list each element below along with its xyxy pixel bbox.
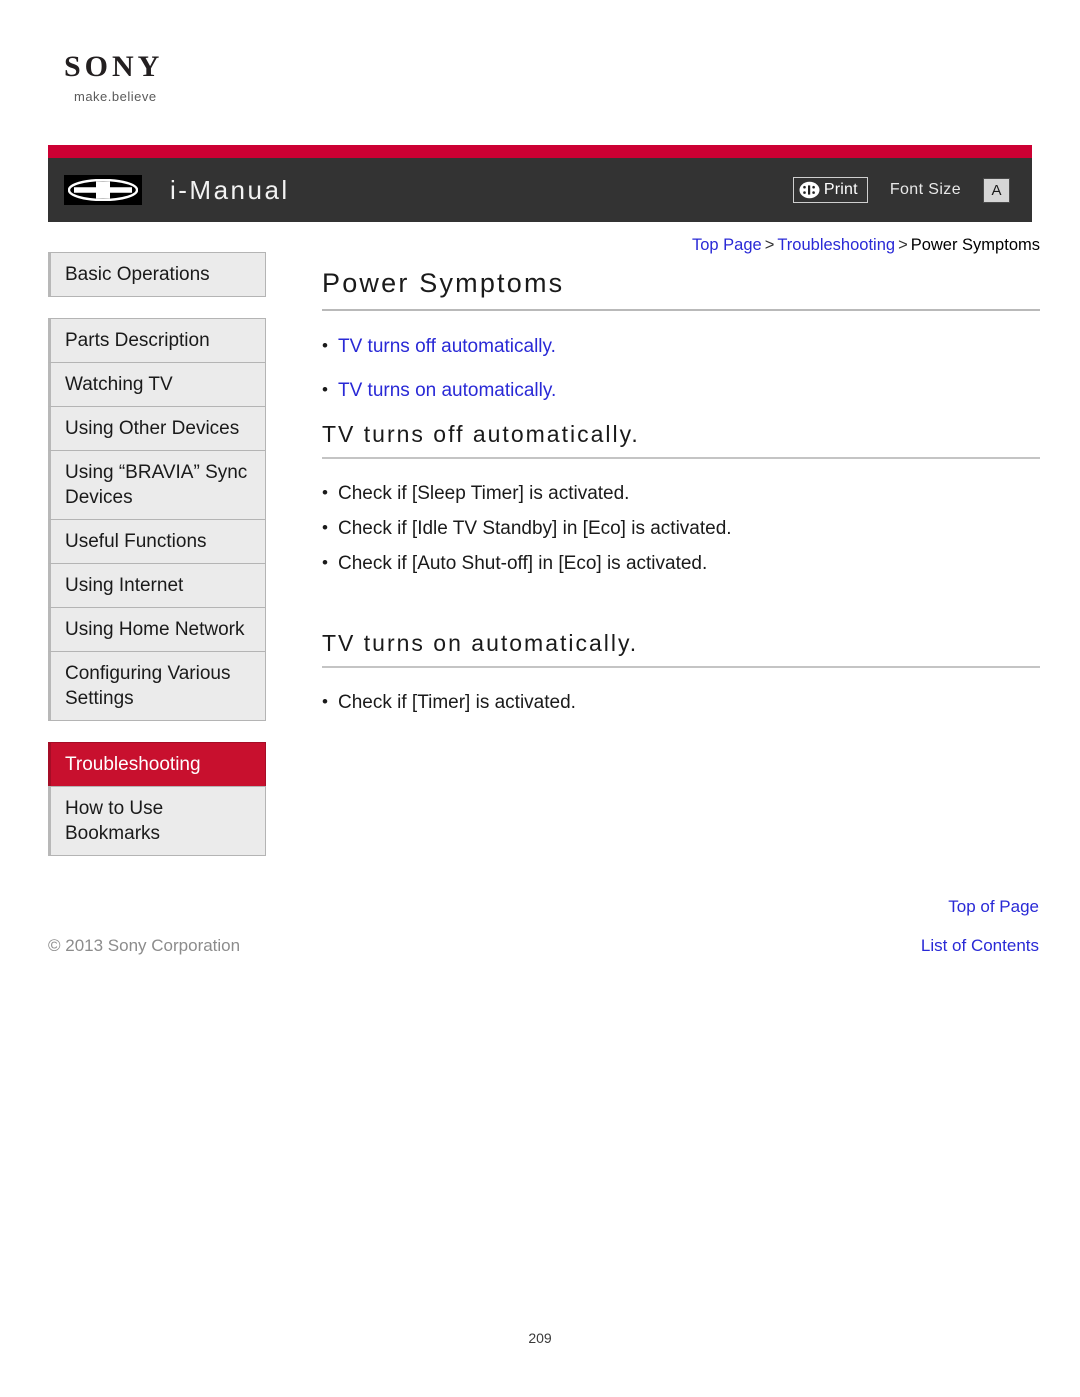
sidebar-item-parts-description[interactable]: Parts Description (48, 318, 266, 363)
header-controls: Print Font Size A (792, 177, 1010, 203)
page-number: 209 (528, 1330, 552, 1346)
list-item: Check if [Sleep Timer] is activated. (322, 480, 1040, 507)
font-size-label: Font Size (889, 181, 961, 198)
breadcrumb: Top Page > Troubleshooting > Power Symptoms (692, 236, 1040, 255)
quick-link-tv-turns-off[interactable]: TV turns off automatically. (338, 336, 556, 357)
sidebar-item-basic-operations[interactable]: Basic Operations (48, 252, 266, 297)
breadcrumb-item-troubleshooting[interactable]: Troubleshooting (777, 236, 895, 254)
print-icon (799, 181, 820, 199)
header-red-stripe (48, 145, 1032, 158)
page-title: Power Symptoms (322, 268, 1040, 311)
sidebar-item-using-bravia-sync-devices[interactable]: Using “BRAVIA” Sync Devices (48, 450, 266, 520)
breadcrumb-item-current: Power Symptoms (910, 236, 1040, 254)
sony-wordmark: SONY (64, 50, 164, 83)
sidebar-item-useful-functions[interactable]: Useful Functions (48, 519, 266, 564)
sony-logo: SONY make.believe (64, 50, 164, 105)
sidebar-item-troubleshooting[interactable]: Troubleshooting (48, 742, 266, 787)
imanual-page: SONY make.believe i-Manual Print Font Si… (0, 0, 1080, 1397)
print-label: Print (823, 181, 858, 198)
breadcrumb-separator: > (898, 236, 908, 254)
list-of-contents-link[interactable]: List of Contents (921, 936, 1039, 956)
header-bar: i-Manual Print Font Size A (48, 158, 1032, 222)
sidebar-item-configuring-various-settings[interactable]: Configuring Various Settings (48, 651, 266, 721)
check-list-tv-turns-off: Check if [Sleep Timer] is activated. Che… (322, 480, 1040, 577)
main-content: Power Symptoms TV turns off automaticall… (322, 268, 1040, 725)
sidebar-item-using-home-network[interactable]: Using Home Network (48, 607, 266, 652)
section-title-tv-turns-on: TV turns on automatically. (322, 630, 1040, 668)
check-list-tv-turns-on: Check if [Timer] is activated. (322, 689, 1040, 716)
quick-link-tv-turns-on[interactable]: TV turns on automatically. (338, 380, 556, 401)
font-size-button[interactable]: A (983, 177, 1010, 203)
imanual-book-icon (64, 175, 142, 205)
print-button[interactable]: Print (792, 177, 868, 203)
sidebar-item-using-internet[interactable]: Using Internet (48, 563, 266, 608)
list-item: Check if [Auto Shut-off] in [Eco] is act… (322, 550, 1040, 577)
sidebar-item-using-other-devices[interactable]: Using Other Devices (48, 406, 266, 451)
top-of-page-link[interactable]: Top of Page (948, 897, 1039, 917)
list-item: Check if [Timer] is activated. (322, 689, 1040, 716)
app-header: i-Manual Print Font Size A (48, 145, 1032, 222)
breadcrumb-separator: > (764, 236, 775, 254)
app-title: i-Manual (170, 174, 290, 205)
sidebar-item-how-to-use-bookmarks[interactable]: How to Use Bookmarks (48, 786, 266, 856)
breadcrumb-item-top-page[interactable]: Top Page (692, 236, 762, 254)
list-item: Check if [Idle TV Standby] in [Eco] is a… (322, 515, 1040, 542)
list-item: TV turns off automatically. (322, 332, 1040, 360)
section-title-tv-turns-off: TV turns off automatically. (322, 421, 1040, 459)
sidebar-item-watching-tv[interactable]: Watching TV (48, 362, 266, 407)
sidebar-nav: Basic Operations Parts Description Watch… (48, 252, 266, 856)
list-item: TV turns on automatically. (322, 376, 1040, 404)
quick-link-list: TV turns off automatically. TV turns on … (322, 332, 1040, 404)
sony-tagline: make.believe (74, 89, 157, 104)
copyright-text: © 2013 Sony Corporation (48, 936, 241, 955)
